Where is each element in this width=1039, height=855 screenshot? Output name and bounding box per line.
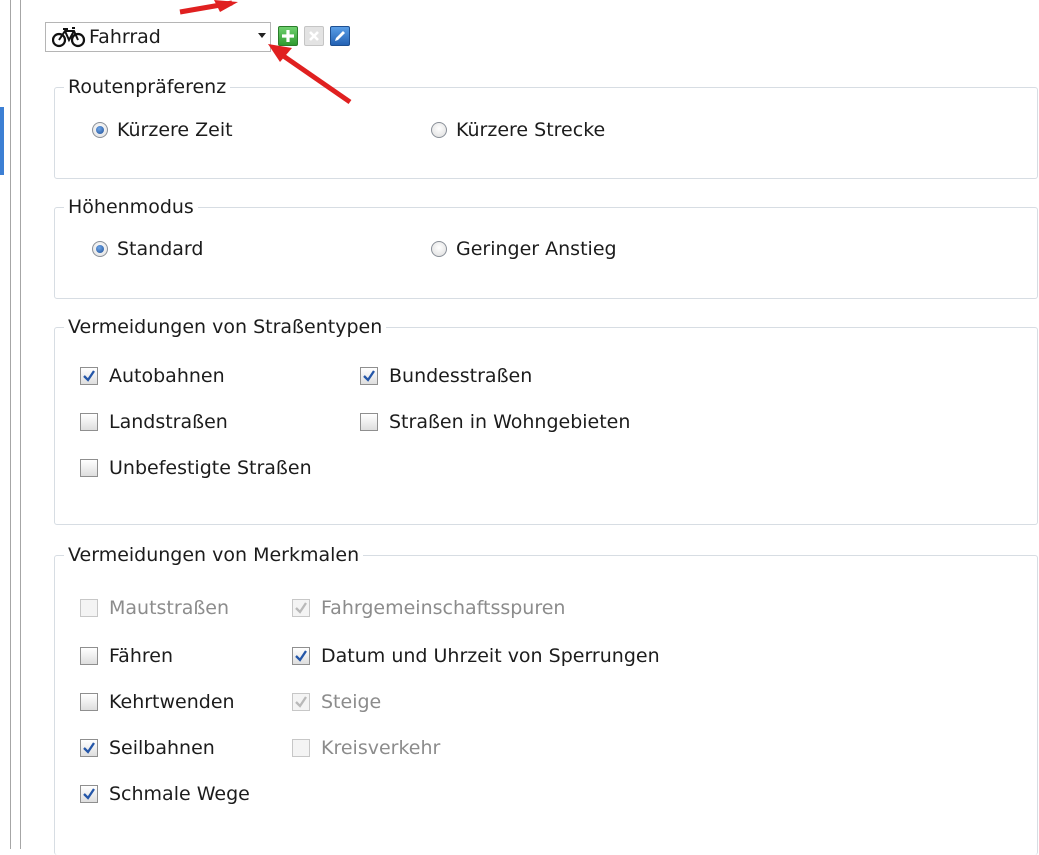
checkbox-federal-roads[interactable]: Bundesstraßen	[360, 364, 532, 388]
checkbox-u-turns[interactable]: Kehrtwenden	[80, 690, 235, 714]
radio-button[interactable]	[92, 241, 108, 257]
checkbox-label: Bundesstraßen	[389, 365, 533, 387]
checkbox[interactable]	[80, 785, 98, 803]
checkbox[interactable]	[292, 739, 310, 757]
checkbox[interactable]	[80, 599, 98, 617]
checkbox[interactable]	[360, 367, 378, 385]
checkbox-toll-roads[interactable]: Mautstraßen	[80, 596, 229, 620]
road-type-avoidances-group: Vermeidungen von Straßentypen Autobahnen…	[54, 315, 1038, 525]
checkbox-label: Steige	[321, 691, 382, 713]
checkbox-narrow-paths[interactable]: Schmale Wege	[80, 782, 250, 806]
selection-accent	[0, 107, 4, 175]
radio-low-incline[interactable]: Geringer Anstieg	[431, 237, 617, 261]
checkbox-label: Landstraßen	[109, 411, 228, 433]
elevation-mode-legend: Höhenmodus	[64, 195, 198, 219]
checkbox[interactable]	[80, 413, 98, 431]
checkbox-closure-dates[interactable]: Datum und Uhrzeit von Sperrungen	[292, 644, 660, 668]
checkbox-label: Kreisverkehr	[321, 737, 441, 759]
checkmark-icon	[295, 650, 307, 662]
plus-icon	[282, 30, 294, 42]
radio-label: Geringer Anstieg	[456, 238, 617, 260]
feature-avoidances-legend: Vermeidungen von Merkmalen	[64, 543, 364, 567]
radio-label: Kürzere Strecke	[456, 119, 606, 141]
radio-standard[interactable]: Standard	[92, 237, 203, 261]
checkbox[interactable]	[360, 413, 378, 431]
road-type-avoidances-legend: Vermeidungen von Straßentypen	[64, 315, 387, 339]
checkbox[interactable]	[292, 647, 310, 665]
checkbox-roundabouts[interactable]: Kreisverkehr	[292, 736, 440, 760]
close-icon	[309, 31, 319, 41]
checkbox-label: Mautstraßen	[109, 597, 230, 619]
radio-label: Standard	[117, 238, 204, 260]
checkbox-label: Unbefestigte Straßen	[109, 457, 312, 479]
checkbox-label: Datum und Uhrzeit von Sperrungen	[321, 645, 660, 667]
checkbox-motorways[interactable]: Autobahnen	[80, 364, 225, 388]
checkmark-icon	[295, 602, 307, 614]
edit-profile-button[interactable]	[330, 26, 350, 46]
panel-border-left	[10, 0, 11, 849]
route-preference-group: Routenpräferenz Kürzere Zeit Kürzere Str…	[54, 75, 1038, 179]
checkbox-label: Seilbahnen	[109, 737, 215, 759]
panel-border-inner	[20, 0, 21, 849]
pencil-icon	[335, 31, 345, 41]
checkbox-carpool-lanes[interactable]: Fahrgemeinschaftsspuren	[292, 596, 565, 620]
elevation-mode-group: Höhenmodus Standard Geringer Anstieg	[54, 195, 1038, 299]
radio-button[interactable]	[431, 241, 447, 257]
checkbox-country-roads[interactable]: Landstraßen	[80, 410, 228, 434]
checkbox[interactable]	[80, 693, 98, 711]
checkmark-icon	[83, 742, 95, 754]
checkbox-label: Fahrgemeinschaftsspuren	[321, 597, 566, 619]
checkbox-label: Schmale Wege	[109, 783, 250, 805]
checkbox[interactable]	[80, 647, 98, 665]
route-preference-legend: Routenpräferenz	[64, 75, 231, 99]
checkmark-icon	[83, 788, 95, 800]
checkbox-label: Autobahnen	[109, 365, 225, 387]
checkbox-label: Straßen in Wohngebieten	[389, 411, 631, 433]
radio-shorter-distance[interactable]: Kürzere Strecke	[431, 118, 605, 142]
add-profile-button[interactable]	[278, 26, 298, 46]
checkbox[interactable]	[292, 693, 310, 711]
checkbox-residential-roads[interactable]: Straßen in Wohngebieten	[360, 410, 630, 434]
checkbox-unpaved-roads[interactable]: Unbefestigte Straßen	[80, 456, 312, 480]
checkbox[interactable]	[80, 739, 98, 757]
radio-label: Kürzere Zeit	[117, 119, 233, 141]
checkbox[interactable]	[292, 599, 310, 617]
delete-profile-button[interactable]	[304, 26, 324, 46]
checkbox-label: Fähren	[109, 645, 173, 667]
profile-dropdown[interactable]: Fahrrad	[45, 22, 271, 52]
bicycle-icon	[52, 27, 86, 48]
checkbox-ferries[interactable]: Fähren	[80, 644, 173, 668]
checkbox-steep-paths[interactable]: Steige	[292, 690, 381, 714]
radio-button[interactable]	[431, 122, 447, 138]
feature-avoidances-group: Vermeidungen von Merkmalen Mautstraßen F…	[54, 543, 1038, 855]
chevron-down-icon[interactable]	[258, 33, 266, 38]
checkmark-icon	[83, 370, 95, 382]
checkbox-cable-cars[interactable]: Seilbahnen	[80, 736, 215, 760]
checkmark-icon	[295, 696, 307, 708]
radio-button[interactable]	[92, 122, 108, 138]
radio-shorter-time[interactable]: Kürzere Zeit	[92, 118, 233, 142]
profile-selected-value: Fahrrad	[89, 26, 161, 48]
checkbox[interactable]	[80, 459, 98, 477]
checkbox[interactable]	[80, 367, 98, 385]
checkmark-icon	[363, 370, 375, 382]
annotation-arrow-top	[179, 0, 238, 15]
checkbox-label: Kehrtwenden	[109, 691, 235, 713]
